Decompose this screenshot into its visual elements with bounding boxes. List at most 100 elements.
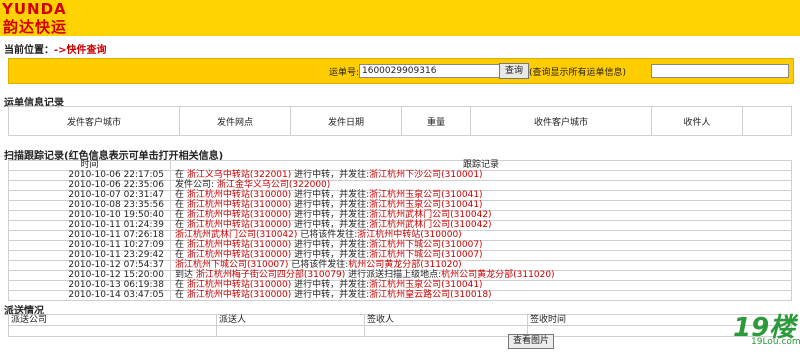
tracking-text: 在 xyxy=(175,290,187,300)
tracking-text: 进行中转，并发往: xyxy=(291,210,370,220)
tracking-location-link[interactable]: 浙江杭州中转站(310000) xyxy=(187,200,291,210)
tracking-text: 在 xyxy=(175,220,187,230)
tracking-location-link[interactable]: 杭州公司黄龙分部(311020) xyxy=(441,270,554,280)
breadcrumb-current[interactable]: ->快件查询 xyxy=(54,45,107,56)
tracking-text: 进行中转，并发往: xyxy=(291,190,370,200)
tracking-location-link[interactable]: 浙江杭州中转站(310000) xyxy=(187,240,291,250)
tracking-text: 在 xyxy=(175,190,187,200)
tracking-record: 在 浙江杭州中转站(310000) 进行中转，并发往:浙江杭州武林门公司(310… xyxy=(170,210,792,221)
tracking-time: 2010-10-11 01:24:39 xyxy=(8,220,171,231)
tracking-row: 2010-10-12 07:54:37 浙江杭州下城公司(310007) 已将该件… xyxy=(8,260,792,271)
view-image-button[interactable]: 查看图片 xyxy=(508,334,554,349)
tracking-row: 2010-10-10 19:50:40 在 浙江杭州中转站(310000) 进行中… xyxy=(8,210,792,221)
delivery-cell xyxy=(8,325,217,337)
tracking-time: 2010-10-12 15:20:00 xyxy=(8,270,171,281)
tracking-location-link[interactable]: 浙江杭州梅子街公司四分部(310079) xyxy=(196,270,345,280)
tracking-location-link[interactable]: 浙江杭州玉泉公司(310041) xyxy=(369,280,482,290)
tracking-record: 在 浙江杭州中转站(310000) 进行中转，并发往:浙江杭州玉泉公司(3100… xyxy=(170,200,792,211)
header-bar: YUNDA 韵达快运 xyxy=(0,0,800,36)
waybill-number-input[interactable]: 1600029909316 xyxy=(359,64,500,78)
col-courier: 派送人 xyxy=(216,314,365,326)
tracking-location-link[interactable]: 浙江杭州中转站(310000) xyxy=(187,290,291,300)
tracking-row: 2010-10-06 22:35:06 发件公司: 浙江金华义乌公司(322000… xyxy=(8,180,792,191)
col-receiver-city: 收件客户城市 xyxy=(470,106,652,136)
tracking-time: 2010-10-13 06:19:38 xyxy=(8,280,171,291)
tracking-text: 进行中转，并发往: xyxy=(291,200,370,210)
tracking-text: 进行中转，并发往: xyxy=(291,250,370,260)
tracking-row: 2010-10-11 10:27:09 在 浙江杭州中转站(310000) 进行中… xyxy=(8,240,792,251)
delivery-table: 派送公司 派送人 签收人 签收时间 xyxy=(8,314,792,337)
tracking-text: 进行中转，并发往: xyxy=(291,240,370,250)
breadcrumb-label: 当前位置： xyxy=(4,45,54,56)
tracking-text: 进行派送扫描上级地点: xyxy=(345,270,442,280)
col-send-date: 发件日期 xyxy=(290,106,402,136)
waybill-number-label: 运单号: xyxy=(329,68,360,78)
tracking-location-link[interactable]: 浙江杭州下沙公司(310001) xyxy=(369,170,482,180)
tracking-record: 在 浙江杭州中转站(310000) 进行中转，并发往:浙江杭州下城公司(3100… xyxy=(170,250,792,261)
tracking-location-link[interactable]: 浙江杭州中转站(310000) xyxy=(357,230,461,240)
tracking-text: 在 xyxy=(175,200,187,210)
tracking-location-link[interactable]: 浙江杭州武林门公司(310042) xyxy=(369,210,491,220)
tracking-location-link[interactable]: 浙江杭州下城公司(310007) xyxy=(369,250,482,260)
tracking-record: 浙江杭州下城公司(310007) 已将该件发往:杭州公司黄龙分部(311020) xyxy=(170,260,792,271)
tracking-time: 2010-10-07 02:31:47 xyxy=(8,190,171,201)
col-receiver: 收件人 xyxy=(651,106,743,136)
tracking-location-link[interactable]: 浙江杭州中转站(310000) xyxy=(187,220,291,230)
tracking-time: 2010-10-08 23:35:56 xyxy=(8,200,171,211)
tracking-location-link[interactable]: 浙江杭州玉泉公司(310041) xyxy=(369,190,482,200)
tracking-location-link[interactable]: 浙江杭州中转站(310000) xyxy=(187,190,291,200)
tracking-text: 在 xyxy=(175,170,187,180)
tracking-text: 已将该件发往: xyxy=(297,230,358,240)
tracking-table: 时间 跟踪记录 2010-10-06 22:17:05 在 浙江义乌中转站(322… xyxy=(8,160,792,301)
col-sender-branch: 发件网点 xyxy=(179,106,291,136)
tracking-time: 2010-10-06 22:35:06 xyxy=(8,180,171,191)
col-delivery-company: 派送公司 xyxy=(8,314,217,326)
search-hint: (查询显示所有运单信息) xyxy=(529,68,627,78)
search-bar: 运单号: 1600029909316 查询 (查询显示所有运单信息) xyxy=(8,58,794,84)
tracking-location-link[interactable]: 浙江杭州下城公司(310007) xyxy=(369,240,482,250)
tracking-record: 在 浙江杭州中转站(310000) 进行中转，并发往:浙江杭州皇云路公司(310… xyxy=(170,290,792,301)
tracking-location-link[interactable]: 浙江杭州武林门公司(310042) xyxy=(369,220,491,230)
tracking-time: 2010-10-11 10:27:09 xyxy=(8,240,171,251)
col-time: 时间 xyxy=(8,160,171,171)
col-record: 跟踪记录 xyxy=(170,160,792,171)
site-watermark: 19楼 19Lou.com xyxy=(733,307,800,349)
tracking-row: 2010-10-11 07:26:18 浙江杭州武林门公司(310042) 已将该… xyxy=(8,230,792,241)
tracking-location-link[interactable]: 浙江杭州中转站(310000) xyxy=(187,250,291,260)
col-empty xyxy=(742,106,792,136)
tracking-location-link[interactable]: 浙江杭州玉泉公司(310041) xyxy=(369,200,482,210)
tracking-text: 到达 xyxy=(175,270,196,280)
tracking-text: 在 xyxy=(175,250,187,260)
tracking-location-link[interactable]: 浙江杭州下城公司(310007) xyxy=(175,260,288,270)
tracking-text: 在 xyxy=(175,280,187,290)
tracking-time: 2010-10-14 03:47:05 xyxy=(8,290,171,301)
tracking-time: 2010-10-06 22:17:05 xyxy=(8,170,171,181)
tracking-time: 2010-10-10 19:50:40 xyxy=(8,210,171,221)
tracking-record: 发件公司: 浙江金华义乌公司(322000) xyxy=(170,180,792,191)
tracking-record: 在 浙江杭州中转站(310000) 进行中转，并发往:浙江杭州武林门公司(310… xyxy=(170,220,792,231)
tracking-text: 进行中转，并发往: xyxy=(291,220,370,230)
breadcrumb: 当前位置：->快件查询 xyxy=(4,41,107,56)
waybill-table: 发件客户城市 发件网点 发件日期 重量 收件客户城市 收件人 xyxy=(8,106,792,136)
secondary-input[interactable] xyxy=(651,64,789,78)
tracking-location-link[interactable]: 浙江杭州中转站(310000) xyxy=(187,280,291,290)
tracking-location-link[interactable]: 浙江义乌中转站(322001) xyxy=(187,170,291,180)
tracking-row: 2010-10-14 03:47:05 在 浙江杭州中转站(310000) 进行中… xyxy=(8,290,792,301)
tracking-location-link[interactable]: 浙江杭州武林门公司(310042) xyxy=(175,230,297,240)
tracking-row: 2010-10-13 06:19:38 在 浙江杭州中转站(310000) 进行中… xyxy=(8,280,792,291)
tracking-location-link[interactable]: 杭州公司黄龙分部(311020) xyxy=(348,260,461,270)
tracking-time: 2010-10-11 07:26:18 xyxy=(8,230,171,241)
query-button[interactable]: 查询 xyxy=(499,63,529,79)
tracking-row: 2010-10-12 15:20:00 到达 浙江杭州梅子街公司四分部(31007… xyxy=(8,270,792,281)
tracking-text: 在 xyxy=(175,210,187,220)
tracking-record: 在 浙江杭州中转站(310000) 进行中转，并发往:浙江杭州玉泉公司(3100… xyxy=(170,280,792,291)
tracking-location-link[interactable]: 浙江杭州皇云路公司(310018) xyxy=(369,290,491,300)
tracking-location-link[interactable]: 浙江杭州中转站(310000) xyxy=(187,210,291,220)
tracking-row: 2010-10-06 22:17:05 在 浙江义乌中转站(322001) 进行中… xyxy=(8,170,792,181)
tracking-location-link[interactable]: 浙江金华义乌公司(322000) xyxy=(217,180,330,190)
brand-logo-cn: 韵达快运 xyxy=(3,18,68,36)
delivery-cell xyxy=(216,325,365,337)
col-signer: 签收人 xyxy=(364,314,528,326)
watermark-url: 19Lou.com xyxy=(751,337,800,347)
tracking-text: 发件公司: xyxy=(175,180,217,190)
